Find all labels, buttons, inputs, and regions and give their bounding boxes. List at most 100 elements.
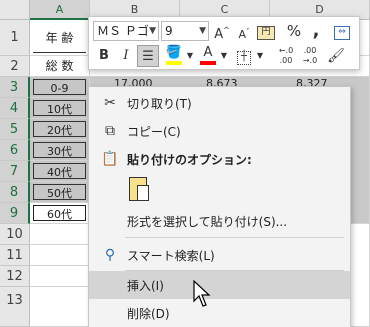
row-header-5[interactable]: 5 [0, 119, 30, 140]
search-icon: ⚲ [104, 247, 116, 263]
format-painter-button[interactable]: 🖌 [325, 45, 347, 67]
mini-toolbar: ＭＳ Ｐゴ ▼ 9 ▼ A^ A˅ 円 % , ⇔ B I ☰ 🪣 ▼ A ▼ … [88, 16, 360, 70]
cell-a3[interactable]: 0-9 [30, 77, 90, 98]
cell-a7[interactable]: 40代 [30, 161, 90, 182]
wrap-text-button[interactable]: ⇔ [331, 20, 353, 42]
menu-item-copy-label: コピー(C) [127, 125, 181, 139]
number-format-button[interactable]: 円 [255, 20, 277, 42]
cell-a9-active[interactable]: 60代 [30, 203, 90, 224]
menu-item-cut-label: 切り取り(T) [127, 97, 192, 111]
column-header-a[interactable]: A [30, 0, 90, 20]
font-color-swatch [200, 61, 216, 65]
cell-a6-text: 30代 [33, 142, 86, 158]
font-color-dropdown[interactable]: ▼ [219, 45, 229, 67]
fill-color-swatch [166, 61, 182, 65]
font-name-dropdown[interactable]: ＭＳ Ｐゴ ▼ [93, 21, 159, 41]
wrap-text-icon: ⇔ [334, 26, 350, 40]
font-size-value: 9 [165, 24, 173, 38]
percent-icon: % [286, 22, 302, 40]
row-header-11[interactable]: 11 [0, 245, 30, 266]
shrink-font-icon: A˅ [238, 27, 250, 41]
cell-a4-text: 10代 [33, 100, 86, 116]
cell-a5-text: 20代 [33, 121, 86, 137]
paintbrush-icon: 🖌 [327, 48, 345, 64]
paste-options-header-row: 📋 貼り付けのオプション: [89, 145, 350, 173]
row-header-4[interactable]: 4 [0, 98, 30, 119]
paste-options-header: 貼り付けのオプション: [127, 153, 252, 167]
comma-icon: , [312, 20, 320, 41]
row-header-13[interactable]: 13 [0, 287, 30, 327]
chevron-down-icon: ▼ [220, 51, 228, 60]
cell-a8-text: 50代 [33, 184, 86, 200]
paste-button[interactable] [125, 175, 153, 205]
center-align-button[interactable]: ☰ [137, 45, 159, 67]
cell-a2[interactable]: 総 数 [30, 56, 90, 77]
clipboard-icon: 📋 [101, 151, 119, 167]
menu-item-paste-special-label: 形式を選択して貼り付け(S)... [127, 215, 288, 229]
copy-icon: ⧉ [105, 123, 115, 139]
cell-a1-text: 年 齢 [33, 22, 86, 53]
borders-dropdown[interactable]: ▼ [255, 45, 265, 67]
borders-icon: ┼ [237, 51, 251, 65]
row-header-7[interactable]: 7 [0, 161, 30, 182]
chevron-down-icon: ▼ [186, 51, 194, 60]
cell-a8[interactable]: 50代 [30, 182, 90, 203]
row-header-2[interactable]: 2 [0, 56, 30, 77]
cell-a1[interactable]: 年 齢 [30, 20, 90, 56]
cell-a3-text: 0-9 [33, 79, 86, 95]
cell-a2-text: 総 数 [45, 59, 74, 73]
paint-bucket-icon: 🪣 [165, 45, 183, 60]
row-header-12[interactable]: 12 [0, 266, 30, 287]
row-header-3[interactable]: 3 [0, 77, 30, 98]
cell-a5[interactable]: 20代 [30, 119, 90, 140]
comma-style-button[interactable]: , [305, 20, 327, 42]
cell-a10[interactable] [30, 224, 90, 245]
paste-sheet-icon [137, 185, 149, 201]
grow-font-button[interactable]: A^ [211, 20, 233, 42]
percent-button[interactable]: % [283, 20, 305, 42]
currency-icon: 円 [257, 26, 275, 40]
row-header-9[interactable]: 9 [0, 203, 30, 224]
italic-icon: I [123, 48, 129, 63]
menu-item-delete-label: 削除(D) [127, 307, 170, 321]
menu-item-smart-lookup[interactable]: ⚲ スマート検索(L) [89, 241, 350, 269]
select-all-corner[interactable] [0, 0, 30, 20]
menu-item-copy[interactable]: ⧉ コピー(C) [89, 117, 350, 145]
context-menu: ✂ 切り取り(T) ⧉ コピー(C) 📋 貼り付けのオプション: 形式を選択して… [88, 86, 351, 327]
font-color-a-icon: A [203, 45, 213, 60]
cell-a6[interactable]: 30代 [30, 140, 90, 161]
bold-icon: B [99, 48, 109, 63]
cell-a9-text: 60代 [33, 205, 86, 221]
cell-a4[interactable]: 10代 [30, 98, 90, 119]
chevron-down-icon: ▼ [149, 26, 156, 36]
cell-a12[interactable] [30, 266, 90, 287]
row-header-10[interactable]: 10 [0, 224, 30, 245]
font-size-dropdown[interactable]: 9 ▼ [161, 21, 209, 41]
menu-item-insert-label: 挿入(I) [127, 279, 164, 293]
center-align-icon: ☰ [142, 49, 154, 64]
italic-button[interactable]: I [115, 45, 137, 67]
increase-decimal-button[interactable]: ←.0 .00 [275, 45, 297, 67]
borders-button[interactable]: ┼ [233, 45, 255, 67]
menu-item-paste-special[interactable]: 形式を選択して貼り付け(S)... [89, 207, 350, 235]
font-color-button[interactable]: A [197, 45, 219, 67]
decrease-decimal-button[interactable]: .00 →.0 [299, 45, 321, 67]
fill-color-button[interactable]: 🪣 [163, 45, 185, 67]
row-header-6[interactable]: 6 [0, 140, 30, 161]
shrink-font-button[interactable]: A˅ [233, 20, 255, 42]
bold-button[interactable]: B [93, 45, 115, 67]
mouse-pointer-icon [193, 280, 211, 307]
scissors-icon: ✂ [104, 95, 116, 111]
cell-a7-text: 40代 [33, 163, 86, 179]
cell-a13[interactable] [30, 287, 90, 327]
cell-a11[interactable] [30, 245, 90, 266]
fill-color-dropdown[interactable]: ▼ [185, 45, 195, 67]
row-header-8[interactable]: 8 [0, 182, 30, 203]
menu-item-smart-lookup-label: スマート検索(L) [127, 249, 215, 263]
row-header-1[interactable]: 1 [0, 20, 30, 56]
menu-item-delete[interactable]: 削除(D) [89, 299, 350, 327]
grow-font-icon: A^ [214, 26, 230, 43]
menu-item-cut[interactable]: ✂ 切り取り(T) [89, 89, 350, 117]
chevron-down-icon: ▼ [199, 26, 206, 36]
menu-item-insert[interactable]: 挿入(I) [89, 271, 350, 299]
